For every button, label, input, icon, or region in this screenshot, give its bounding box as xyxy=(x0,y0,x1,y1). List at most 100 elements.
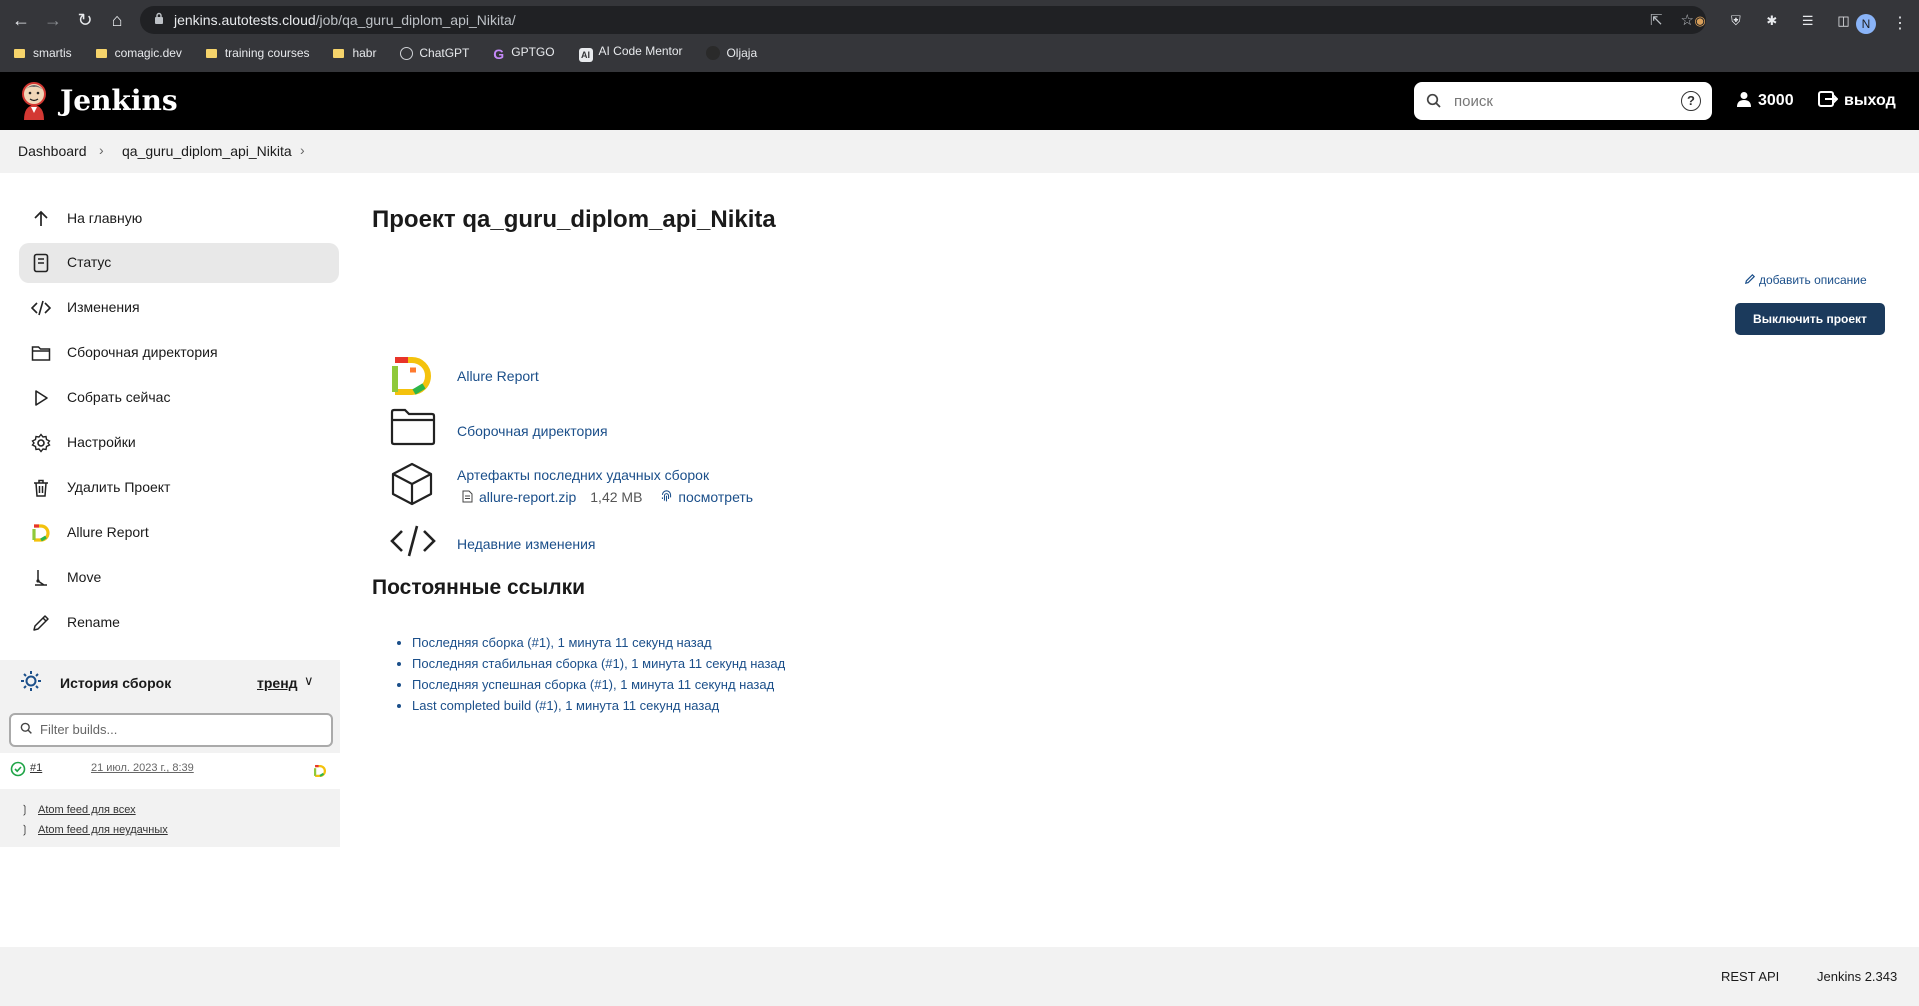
extensions-bar: ◉ ⛨ ✱ ☰ ◫ xyxy=(1692,12,1868,32)
atom-feed-all-link[interactable]: ❳ Atom feed для всех xyxy=(20,803,136,816)
sidebar-item-allure[interactable]: Allure Report xyxy=(19,513,339,553)
gear-icon xyxy=(31,433,51,453)
search-input[interactable]: поиск xyxy=(1454,93,1493,110)
bookmark-oljaja[interactable]: Oljaja xyxy=(706,46,757,61)
help-icon[interactable]: ? xyxy=(1681,91,1701,111)
chevron-right-icon: › xyxy=(99,142,104,158)
artifact-file-link[interactable]: allure-report.zip xyxy=(479,489,576,505)
allure-report-link[interactable]: Allure Report xyxy=(457,368,539,384)
bookmark-gptgo[interactable]: G GPTGO xyxy=(493,45,554,61)
build-number-link[interactable]: #1 xyxy=(30,762,42,774)
breadcrumb-dashboard[interactable]: Dashboard xyxy=(18,143,87,159)
permalink-last-build[interactable]: Последняя сборка (#1), 1 минута 11 секун… xyxy=(412,635,712,650)
allure-report-icon[interactable] xyxy=(390,356,434,396)
sidebar-item-label: Настройки xyxy=(67,434,136,450)
artifact-size: 1,42 MB xyxy=(590,489,643,505)
code-icon[interactable] xyxy=(390,523,436,559)
bookmark-ai-code-mentor[interactable]: AI AI Code Mentor xyxy=(578,44,683,63)
artifacts-link[interactable]: Артефакты последних удачных сборок xyxy=(457,467,709,483)
package-icon xyxy=(391,462,433,506)
permalink-item: Last completed build (#1), 1 минута 11 с… xyxy=(412,695,785,716)
home-icon[interactable]: ⌂ xyxy=(105,8,129,32)
allure-icon[interactable] xyxy=(313,764,327,778)
jenkins-title[interactable]: Jenkins xyxy=(60,84,178,117)
cookie-extension-icon[interactable]: ◉ xyxy=(1692,13,1708,29)
bookmarks-bar: smartis comagic.dev training courses hab… xyxy=(14,44,777,66)
filter-builds-input[interactable]: Filter builds... xyxy=(9,713,333,747)
disable-project-button[interactable]: Выключить проект xyxy=(1735,303,1885,335)
code-icon xyxy=(31,300,51,316)
sidebar-item-changes[interactable]: Изменения xyxy=(19,288,339,328)
page-title: Проект qa_guru_diplom_api_Nikita xyxy=(372,206,776,233)
arrow-up-icon xyxy=(34,210,48,226)
breadcrumb: Dashboard › qa_guru_diplom_api_Nikita › xyxy=(0,130,1919,173)
build-date-link[interactable]: 21 июл. 2023 г., 8:39 xyxy=(91,762,194,774)
trash-icon xyxy=(34,479,48,497)
sidebar-item-settings[interactable]: Настройки xyxy=(19,423,339,463)
folder-icon[interactable] xyxy=(390,408,436,446)
sidebar-item-home[interactable]: На главную xyxy=(19,199,339,239)
bookmark-chatgpt[interactable]: ChatGPT xyxy=(400,46,469,61)
pencil-icon xyxy=(33,615,49,631)
atom-feed-failed-link[interactable]: ❳ Atom feed для неудачных xyxy=(20,823,168,836)
permalink-item: Последняя стабильная сборка (#1), 1 мину… xyxy=(412,653,785,674)
logout-link[interactable]: выход xyxy=(1818,91,1896,110)
profile-avatar[interactable]: N xyxy=(1856,14,1876,34)
user-link[interactable]: 3000 xyxy=(1736,91,1794,110)
search-icon xyxy=(1426,93,1441,108)
logout-icon xyxy=(1818,91,1839,107)
search-box[interactable]: поиск ? xyxy=(1414,82,1712,120)
sidebar-item-workspace[interactable]: Сборочная директория xyxy=(19,333,339,373)
puzzle-extensions-icon[interactable]: ✱ xyxy=(1764,13,1780,29)
success-check-icon xyxy=(10,761,26,777)
jenkins-logo-icon[interactable] xyxy=(18,80,50,120)
folder-icon xyxy=(333,49,345,59)
browser-menu-icon[interactable]: ⋮ xyxy=(1892,13,1908,33)
forward-icon[interactable]: → xyxy=(41,8,65,32)
rss-icon: ❳ xyxy=(20,804,30,816)
permalink-item: Последняя сборка (#1), 1 минута 11 секун… xyxy=(412,632,785,653)
permalink-last-successful[interactable]: Последняя успешная сборка (#1), 1 минута… xyxy=(412,677,774,692)
jenkins-version-link[interactable]: Jenkins 2.343 xyxy=(1817,969,1897,984)
workspace-link[interactable]: Сборочная директория xyxy=(457,423,608,439)
recent-changes-link[interactable]: Недавние изменения xyxy=(457,536,596,552)
sidebar-item-label: На главную xyxy=(67,210,143,226)
browser-toolbar: ← → ↻ ⌂ jenkins.autotests.cloud/job/qa_g… xyxy=(0,4,1919,36)
chevron-right-icon[interactable]: › xyxy=(300,142,305,158)
sidebar-item-move[interactable]: Move xyxy=(19,558,339,598)
sidebar-item-label: Rename xyxy=(67,614,120,630)
sidebar-item-status[interactable]: Статус xyxy=(19,243,339,283)
permalink-last-stable[interactable]: Последняя стабильная сборка (#1), 1 мину… xyxy=(412,656,785,671)
sidebar-item-label: Allure Report xyxy=(67,524,149,540)
build-history-title: История сборок xyxy=(60,675,172,691)
file-icon xyxy=(462,490,473,503)
bookmark-training-courses[interactable]: training courses xyxy=(205,46,310,60)
side-panel-icon[interactable]: ◫ xyxy=(1836,13,1852,29)
rest-api-link[interactable]: REST API xyxy=(1721,969,1779,984)
sidebar-item-build-now[interactable]: Собрать сейчас xyxy=(19,378,339,418)
add-description-link[interactable]: добавить описание xyxy=(1744,273,1867,287)
artifact-view-link[interactable]: посмотреть xyxy=(678,489,753,505)
sidebar-item-rename[interactable]: Rename xyxy=(19,603,339,643)
bookmark-comagic[interactable]: comagic.dev xyxy=(95,46,182,60)
reload-icon[interactable]: ↻ xyxy=(73,8,97,32)
chevron-down-icon[interactable]: ∨ xyxy=(304,673,314,689)
user-icon xyxy=(1737,92,1751,107)
bookmark-smartis[interactable]: smartis xyxy=(14,46,72,60)
address-bar[interactable]: jenkins.autotests.cloud/job/qa_guru_dipl… xyxy=(140,6,1706,34)
sidebar-item-delete[interactable]: Удалить Проект xyxy=(19,468,339,508)
folder-icon xyxy=(205,49,217,59)
trend-link[interactable]: тренд xyxy=(257,675,298,691)
shield-extension-icon[interactable]: ⛨ xyxy=(1728,13,1744,29)
bookmark-habr[interactable]: habr xyxy=(333,46,376,60)
permalink-last-completed[interactable]: Last completed build (#1), 1 минута 11 с… xyxy=(412,698,719,713)
build-row[interactable]: #1 21 июл. 2023 г., 8:39 xyxy=(0,753,340,789)
media-control-icon[interactable]: ☰ xyxy=(1800,13,1816,29)
ai-mentor-icon: AI xyxy=(578,48,593,63)
sidebar-item-label: Статус xyxy=(67,254,112,270)
folder-icon xyxy=(31,346,51,361)
share-icon[interactable]: ⇱ xyxy=(1650,12,1663,29)
breadcrumb-job[interactable]: qa_guru_diplom_api_Nikita xyxy=(122,143,292,159)
back-icon[interactable]: ← xyxy=(9,8,33,32)
sidebar-item-label: Удалить Проект xyxy=(67,479,171,495)
